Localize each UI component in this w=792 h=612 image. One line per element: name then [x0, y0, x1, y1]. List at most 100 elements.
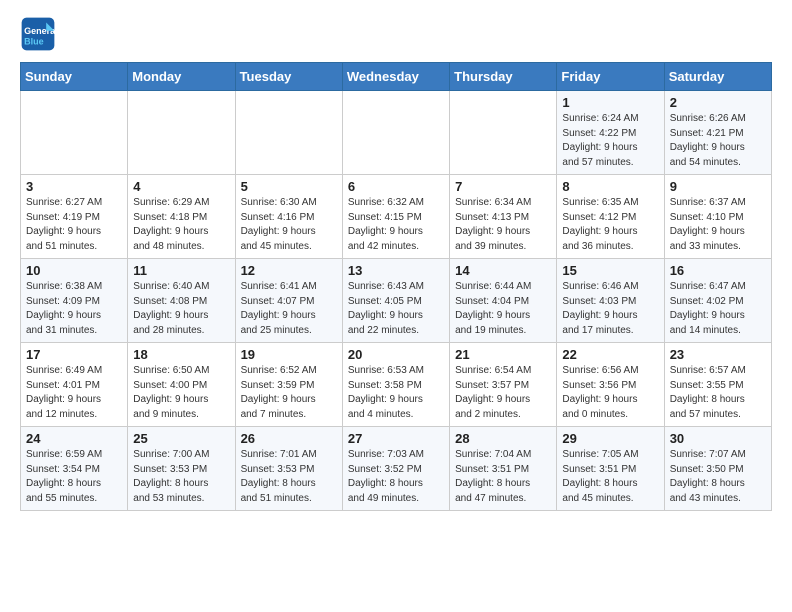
day-cell: 23 Sunrise: 6:57 AM Sunset: 3:55 PM Dayli… [664, 343, 771, 427]
day-cell: 29 Sunrise: 7:05 AM Sunset: 3:51 PM Dayli… [557, 427, 664, 511]
day-cell: 16 Sunrise: 6:47 AM Sunset: 4:02 PM Dayli… [664, 259, 771, 343]
day-info: Sunrise: 7:01 AM Sunset: 3:53 PM Dayligh… [241, 448, 337, 506]
day-number: 26 [241, 431, 337, 446]
day-cell: 11 Sunrise: 6:40 AM Sunset: 4:08 PM Dayli… [128, 259, 235, 343]
day-info: Sunrise: 6:47 AM Sunset: 4:02 PM Dayligh… [670, 280, 766, 338]
day-number: 22 [562, 347, 658, 362]
week-row-5: 24Sunrise: 6:59 AM Sunset: 3:54 PM Dayli… [21, 427, 772, 511]
day-cell [450, 91, 557, 175]
day-cell: 27Sunrise: 7:03 AM Sunset: 3:52 PM Dayli… [342, 427, 449, 511]
day-number: 12 [241, 263, 337, 278]
logo-icon: General Blue [20, 16, 56, 52]
day-cell: 24Sunrise: 6:59 AM Sunset: 3:54 PM Dayli… [21, 427, 128, 511]
calendar-table: SundayMondayTuesdayWednesdayThursdayFrid… [20, 62, 772, 511]
day-number: 29 [562, 431, 658, 446]
day-cell: 26 Sunrise: 7:01 AM Sunset: 3:53 PM Dayli… [235, 427, 342, 511]
weekday-header-friday: Friday [557, 63, 664, 91]
svg-text:General: General [24, 26, 56, 36]
day-number: 15 [562, 263, 658, 278]
day-cell: 28 Sunrise: 7:04 AM Sunset: 3:51 PM Dayli… [450, 427, 557, 511]
day-cell [342, 91, 449, 175]
day-cell: 5 Sunrise: 6:30 AM Sunset: 4:16 PM Daylig… [235, 175, 342, 259]
day-info: Sunrise: 6:56 AM Sunset: 3:56 PM Dayligh… [562, 364, 658, 422]
day-cell: 17 Sunrise: 6:49 AM Sunset: 4:01 PM Dayli… [21, 343, 128, 427]
day-number: 11 [133, 263, 229, 278]
weekday-header-thursday: Thursday [450, 63, 557, 91]
day-cell: 15 Sunrise: 6:46 AM Sunset: 4:03 PM Dayli… [557, 259, 664, 343]
day-cell: 14Sunrise: 6:44 AM Sunset: 4:04 PM Dayli… [450, 259, 557, 343]
weekday-header-saturday: Saturday [664, 63, 771, 91]
day-cell: 1 Sunrise: 6:24 AM Sunset: 4:22 PM Daylig… [557, 91, 664, 175]
day-info: Sunrise: 6:59 AM Sunset: 3:54 PM Dayligh… [26, 448, 122, 506]
day-cell: 8Sunrise: 6:35 AM Sunset: 4:12 PM Daylig… [557, 175, 664, 259]
day-number: 2 [670, 95, 766, 110]
svg-text:Blue: Blue [24, 37, 44, 47]
header: General Blue [20, 16, 772, 52]
day-info: Sunrise: 6:49 AM Sunset: 4:01 PM Dayligh… [26, 364, 122, 422]
day-cell: 21 Sunrise: 6:54 AM Sunset: 3:57 PM Dayli… [450, 343, 557, 427]
day-info: Sunrise: 6:57 AM Sunset: 3:55 PM Dayligh… [670, 364, 766, 422]
day-cell: 13 Sunrise: 6:43 AM Sunset: 4:05 PM Dayli… [342, 259, 449, 343]
day-cell: 30 Sunrise: 7:07 AM Sunset: 3:50 PM Dayli… [664, 427, 771, 511]
day-info: Sunrise: 6:41 AM Sunset: 4:07 PM Dayligh… [241, 280, 337, 338]
day-info: Sunrise: 6:40 AM Sunset: 4:08 PM Dayligh… [133, 280, 229, 338]
day-cell: 3 Sunrise: 6:27 AM Sunset: 4:19 PM Daylig… [21, 175, 128, 259]
day-cell: 20Sunrise: 6:53 AM Sunset: 3:58 PM Dayli… [342, 343, 449, 427]
day-info: Sunrise: 7:05 AM Sunset: 3:51 PM Dayligh… [562, 448, 658, 506]
day-cell: 6Sunrise: 6:32 AM Sunset: 4:15 PM Daylig… [342, 175, 449, 259]
day-info: Sunrise: 6:35 AM Sunset: 4:12 PM Dayligh… [562, 196, 658, 254]
weekday-header-monday: Monday [128, 63, 235, 91]
day-number: 21 [455, 347, 551, 362]
day-info: Sunrise: 6:50 AM Sunset: 4:00 PM Dayligh… [133, 364, 229, 422]
day-info: Sunrise: 6:26 AM Sunset: 4:21 PM Dayligh… [670, 112, 766, 170]
day-number: 27 [348, 431, 444, 446]
day-cell: 7Sunrise: 6:34 AM Sunset: 4:13 PM Daylig… [450, 175, 557, 259]
day-number: 5 [241, 179, 337, 194]
day-number: 13 [348, 263, 444, 278]
week-row-1: 1 Sunrise: 6:24 AM Sunset: 4:22 PM Daylig… [21, 91, 772, 175]
day-info: Sunrise: 7:04 AM Sunset: 3:51 PM Dayligh… [455, 448, 551, 506]
day-cell: 10Sunrise: 6:38 AM Sunset: 4:09 PM Dayli… [21, 259, 128, 343]
day-cell [21, 91, 128, 175]
day-number: 19 [241, 347, 337, 362]
day-number: 30 [670, 431, 766, 446]
day-number: 17 [26, 347, 122, 362]
day-info: Sunrise: 6:30 AM Sunset: 4:16 PM Dayligh… [241, 196, 337, 254]
day-info: Sunrise: 6:34 AM Sunset: 4:13 PM Dayligh… [455, 196, 551, 254]
day-number: 3 [26, 179, 122, 194]
week-row-4: 17 Sunrise: 6:49 AM Sunset: 4:01 PM Dayli… [21, 343, 772, 427]
day-cell [235, 91, 342, 175]
day-number: 9 [670, 179, 766, 194]
day-info: Sunrise: 6:44 AM Sunset: 4:04 PM Dayligh… [455, 280, 551, 338]
day-number: 16 [670, 263, 766, 278]
day-info: Sunrise: 6:54 AM Sunset: 3:57 PM Dayligh… [455, 364, 551, 422]
day-number: 18 [133, 347, 229, 362]
weekday-header-wednesday: Wednesday [342, 63, 449, 91]
day-cell: 25Sunrise: 7:00 AM Sunset: 3:53 PM Dayli… [128, 427, 235, 511]
day-cell: 18 Sunrise: 6:50 AM Sunset: 4:00 PM Dayli… [128, 343, 235, 427]
day-info: Sunrise: 6:29 AM Sunset: 4:18 PM Dayligh… [133, 196, 229, 254]
day-number: 23 [670, 347, 766, 362]
week-row-3: 10Sunrise: 6:38 AM Sunset: 4:09 PM Dayli… [21, 259, 772, 343]
day-number: 4 [133, 179, 229, 194]
day-info: Sunrise: 7:07 AM Sunset: 3:50 PM Dayligh… [670, 448, 766, 506]
day-cell: 22 Sunrise: 6:56 AM Sunset: 3:56 PM Dayli… [557, 343, 664, 427]
weekday-header-sunday: Sunday [21, 63, 128, 91]
day-cell: 19 Sunrise: 6:52 AM Sunset: 3:59 PM Dayli… [235, 343, 342, 427]
day-number: 28 [455, 431, 551, 446]
day-info: Sunrise: 6:52 AM Sunset: 3:59 PM Dayligh… [241, 364, 337, 422]
day-info: Sunrise: 6:24 AM Sunset: 4:22 PM Dayligh… [562, 112, 658, 170]
day-cell: 9Sunrise: 6:37 AM Sunset: 4:10 PM Daylig… [664, 175, 771, 259]
day-cell: 4 Sunrise: 6:29 AM Sunset: 4:18 PM Daylig… [128, 175, 235, 259]
day-info: Sunrise: 6:43 AM Sunset: 4:05 PM Dayligh… [348, 280, 444, 338]
day-info: Sunrise: 6:27 AM Sunset: 4:19 PM Dayligh… [26, 196, 122, 254]
logo: General Blue [20, 16, 60, 52]
day-number: 6 [348, 179, 444, 194]
day-info: Sunrise: 6:46 AM Sunset: 4:03 PM Dayligh… [562, 280, 658, 338]
day-info: Sunrise: 6:53 AM Sunset: 3:58 PM Dayligh… [348, 364, 444, 422]
day-cell [128, 91, 235, 175]
week-row-2: 3 Sunrise: 6:27 AM Sunset: 4:19 PM Daylig… [21, 175, 772, 259]
day-cell: 2 Sunrise: 6:26 AM Sunset: 4:21 PM Daylig… [664, 91, 771, 175]
day-number: 1 [562, 95, 658, 110]
day-info: Sunrise: 7:00 AM Sunset: 3:53 PM Dayligh… [133, 448, 229, 506]
